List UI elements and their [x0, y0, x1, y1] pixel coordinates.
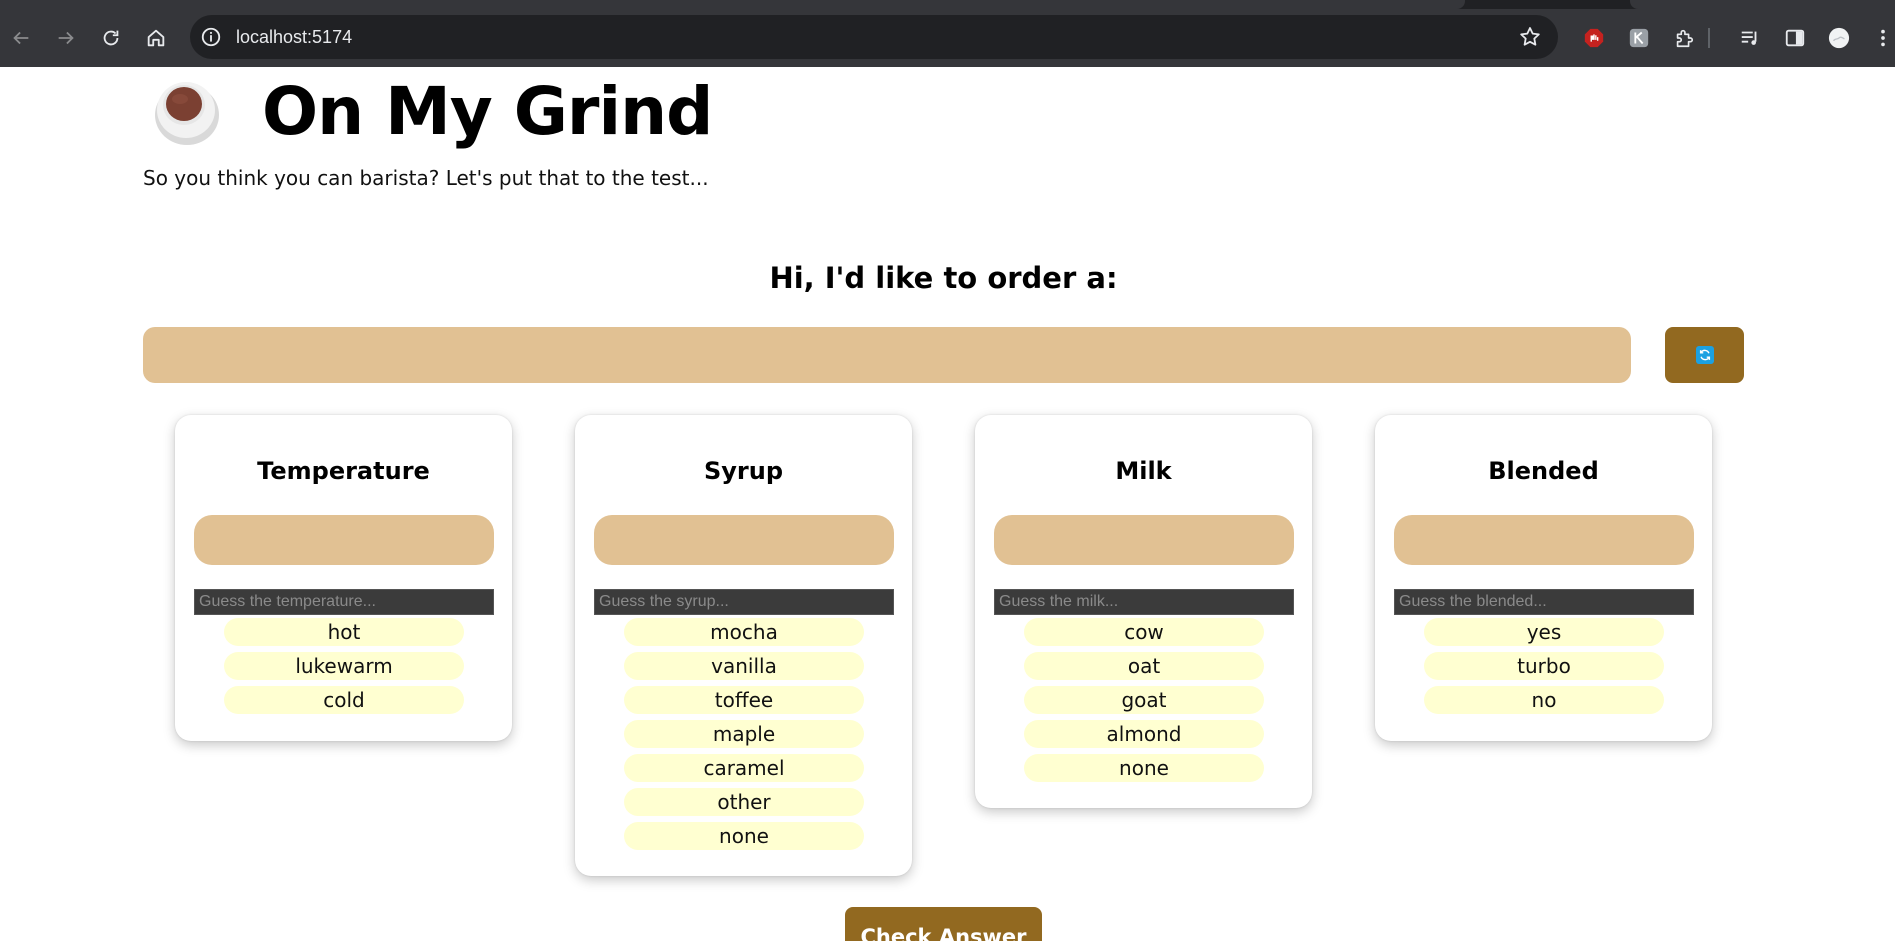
option-list: yes turbo no	[1424, 618, 1664, 720]
option-item[interactable]: goat	[1024, 686, 1264, 714]
refresh-icon	[1695, 346, 1714, 364]
option-item[interactable]: other	[624, 788, 864, 816]
app-header: On My Grind	[152, 73, 713, 150]
toolbar-divider	[1708, 28, 1710, 48]
site-info-icon[interactable]	[200, 26, 222, 48]
address-bar[interactable]: localhost:5174	[190, 15, 1558, 59]
option-item[interactable]: cold	[224, 686, 464, 714]
option-item[interactable]: yes	[1424, 618, 1664, 646]
syrup-card: Syrup mocha vanilla toffee maple caramel…	[575, 415, 912, 876]
adblock-extension-icon[interactable]	[1582, 26, 1606, 50]
profile-avatar-icon[interactable]	[1827, 26, 1851, 50]
option-item[interactable]: none	[624, 822, 864, 850]
active-tab-edge[interactable]	[0, 0, 1465, 9]
home-button[interactable]	[136, 18, 176, 58]
option-item[interactable]: vanilla	[624, 652, 864, 680]
milk-guess-input[interactable]	[994, 589, 1294, 615]
page-content: On My Grind So you think you can barista…	[0, 67, 1895, 941]
option-item[interactable]: no	[1424, 686, 1664, 714]
app-title: On My Grind	[262, 73, 713, 150]
card-title: Syrup	[703, 457, 784, 485]
card-title: Temperature	[257, 457, 430, 485]
option-item[interactable]: maple	[624, 720, 864, 748]
option-list: cow oat goat almond none	[1024, 618, 1264, 788]
tab-strip	[0, 0, 1895, 9]
option-item[interactable]: none	[1024, 754, 1264, 782]
reload-button[interactable]	[91, 18, 131, 58]
option-item[interactable]: turbo	[1424, 652, 1664, 680]
option-item[interactable]: mocha	[624, 618, 864, 646]
milk-card: Milk cow oat goat almond none	[975, 415, 1312, 808]
order-display	[143, 327, 1631, 383]
syrup-guess-input[interactable]	[594, 589, 894, 615]
order-heading: Hi, I'd like to order a:	[769, 261, 1118, 295]
card-title: Milk	[1115, 457, 1172, 485]
answer-slot	[194, 515, 494, 565]
media-queue-icon[interactable]	[1738, 26, 1762, 50]
check-answer-button[interactable]: Check Answer	[845, 907, 1042, 941]
side-panel-icon[interactable]	[1783, 26, 1807, 50]
extensions-puzzle-icon[interactable]	[1672, 26, 1696, 50]
temperature-guess-input[interactable]	[194, 589, 494, 615]
blended-card: Blended yes turbo no	[1375, 415, 1712, 741]
grey-extension-icon[interactable]	[1627, 26, 1651, 50]
arrow-left-icon	[13, 31, 29, 45]
option-list: mocha vanilla toffee maple caramel other…	[624, 618, 864, 856]
answer-slot	[1394, 515, 1694, 565]
option-item[interactable]: lukewarm	[224, 652, 464, 680]
answer-slot	[594, 515, 894, 565]
coffee-cup-icon	[152, 77, 222, 147]
bookmark-star-icon[interactable]	[1518, 25, 1542, 49]
forward-button[interactable]	[46, 18, 86, 58]
option-item[interactable]: almond	[1024, 720, 1264, 748]
answer-slot	[994, 515, 1294, 565]
reload-icon	[103, 30, 119, 46]
browser-toolbar: localhost:5174	[0, 9, 1895, 67]
blended-guess-input[interactable]	[1394, 589, 1694, 615]
option-item[interactable]: hot	[224, 618, 464, 646]
browser-menu-icon[interactable]	[1875, 26, 1891, 50]
arrow-right-icon	[58, 31, 74, 45]
option-item[interactable]: caramel	[624, 754, 864, 782]
option-item[interactable]: cow	[1024, 618, 1264, 646]
temperature-card: Temperature hot lukewarm cold	[175, 415, 512, 741]
new-order-button[interactable]	[1665, 327, 1744, 383]
inactive-tab-edge[interactable]	[1630, 0, 1895, 9]
back-button[interactable]	[1, 18, 41, 58]
home-icon	[147, 29, 165, 47]
option-list: hot lukewarm cold	[224, 618, 464, 720]
url-text: localhost:5174	[236, 27, 353, 47]
option-item[interactable]: toffee	[624, 686, 864, 714]
option-item[interactable]: oat	[1024, 652, 1264, 680]
card-title: Blended	[1488, 457, 1599, 485]
app-subtitle: So you think you can barista? Let's put …	[143, 166, 709, 190]
